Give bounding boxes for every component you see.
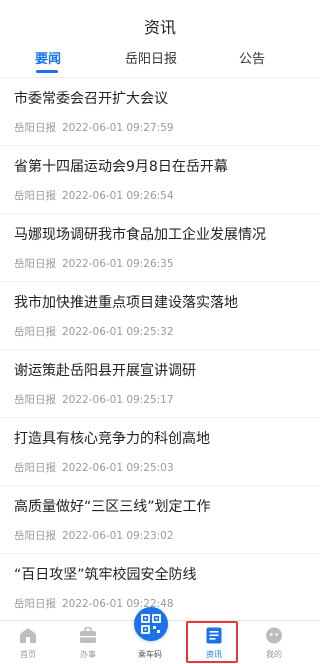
tabbar-item-services[interactable]: 办事 <box>60 621 116 664</box>
news-item[interactable]: 打造具有核心竞争力的科创高地 岳阳日报 2022-06-01 09:25:03 <box>0 418 320 486</box>
news-time: 2022-06-01 09:26:35 <box>62 258 174 270</box>
news-meta: 岳阳日报 2022-06-01 09:27:59 <box>14 120 174 135</box>
active-tab-highlight <box>186 621 238 663</box>
news-title: 市委常委会召开扩大会议 <box>14 91 168 107</box>
tabbar-label: 首页 <box>20 650 36 659</box>
app-header: 资讯 要闻 岳阳日报 公告 <box>0 0 320 78</box>
tab-announcements[interactable]: 公告 <box>212 48 292 67</box>
news-time: 2022-06-01 09:25:03 <box>62 462 174 474</box>
news-source: 岳阳日报 <box>14 122 56 134</box>
tabbar-item-home[interactable]: 首页 <box>0 621 56 664</box>
news-meta: 岳阳日报 2022-06-01 09:23:02 <box>14 528 174 543</box>
news-item[interactable]: 市委常委会召开扩大会议 岳阳日报 2022-06-01 09:27:59 <box>0 78 320 146</box>
news-time: 2022-06-01 09:25:17 <box>62 394 174 406</box>
tabbar-label: 办事 <box>80 650 96 659</box>
briefcase-icon <box>80 627 96 643</box>
page-title: 资讯 <box>143 18 176 37</box>
news-item[interactable]: 省第十四届运动会9月8日在岳开幕 岳阳日报 2022-06-01 09:26:54 <box>0 146 320 214</box>
tabbar-label: 我的 <box>266 650 282 659</box>
news-time: 2022-06-01 09:25:32 <box>62 326 174 338</box>
news-time: 2022-06-01 09:23:02 <box>62 530 174 542</box>
news-title: “百日攻坚”筑牢校园安全防线 <box>14 567 197 583</box>
news-source: 岳阳日报 <box>14 394 56 406</box>
news-meta: 岳阳日报 2022-06-01 09:25:17 <box>14 392 174 407</box>
qr-code-icon <box>141 614 161 634</box>
bottom-tab-bar: 首页 办事 乘车码 资讯 我的 <box>0 607 320 664</box>
news-item[interactable]: 我市加快推进重点项目建设落实落地 岳阳日报 2022-06-01 09:25:32 <box>0 282 320 350</box>
news-title: 我市加快推进重点项目建设落实落地 <box>14 295 238 311</box>
news-source: 岳阳日报 <box>14 326 56 338</box>
active-tab-indicator <box>36 70 58 73</box>
news-title: 马娜现场调研我市食品加工企业发展情况 <box>14 227 266 243</box>
news-item[interactable]: 马娜现场调研我市食品加工企业发展情况 岳阳日报 2022-06-01 09:26:… <box>0 214 320 282</box>
news-meta: 岳阳日报 2022-06-01 09:26:54 <box>14 188 174 203</box>
news-title: 省第十四届运动会9月8日在岳开幕 <box>14 159 228 175</box>
news-time: 2022-06-01 09:27:59 <box>62 122 174 134</box>
news-tabs: 要闻 岳阳日报 公告 <box>0 48 320 72</box>
news-time: 2022-06-01 09:26:54 <box>62 190 174 202</box>
news-title: 高质量做好“三区三线”划定工作 <box>14 499 211 515</box>
news-item[interactable]: 谢运策赴岳阳县开展宣讲调研 岳阳日报 2022-06-01 09:25:17 <box>0 350 320 418</box>
home-icon <box>20 628 36 643</box>
user-icon <box>266 627 282 644</box>
news-meta: 岳阳日报 2022-06-01 09:25:32 <box>14 324 174 339</box>
news-meta: 岳阳日报 2022-06-01 09:26:35 <box>14 256 174 271</box>
tabbar-item-profile[interactable]: 我的 <box>246 621 302 664</box>
news-item[interactable]: 高质量做好“三区三线”划定工作 岳阳日报 2022-06-01 09:23:02 <box>0 486 320 554</box>
tabbar-label: 乘车码 <box>138 650 162 659</box>
tabbar-item-ride-code[interactable]: 乘车码 <box>122 607 178 664</box>
news-source: 岳阳日报 <box>14 190 56 202</box>
news-source: 岳阳日报 <box>14 258 56 270</box>
news-title: 谢运策赴岳阳县开展宣讲调研 <box>14 363 196 379</box>
tab-yueyang-daily[interactable]: 岳阳日报 <box>111 48 191 67</box>
ride-code-button[interactable] <box>134 607 168 641</box>
news-list[interactable]: 市委常委会召开扩大会议 岳阳日报 2022-06-01 09:27:59 省第十四… <box>0 78 320 620</box>
news-source: 岳阳日报 <box>14 598 56 610</box>
tab-top-news[interactable]: 要闻 <box>8 48 88 67</box>
news-source: 岳阳日报 <box>14 530 56 542</box>
news-source: 岳阳日报 <box>14 462 56 474</box>
news-meta: 岳阳日报 2022-06-01 09:25:03 <box>14 460 174 475</box>
news-title: 打造具有核心竞争力的科创高地 <box>14 431 210 447</box>
